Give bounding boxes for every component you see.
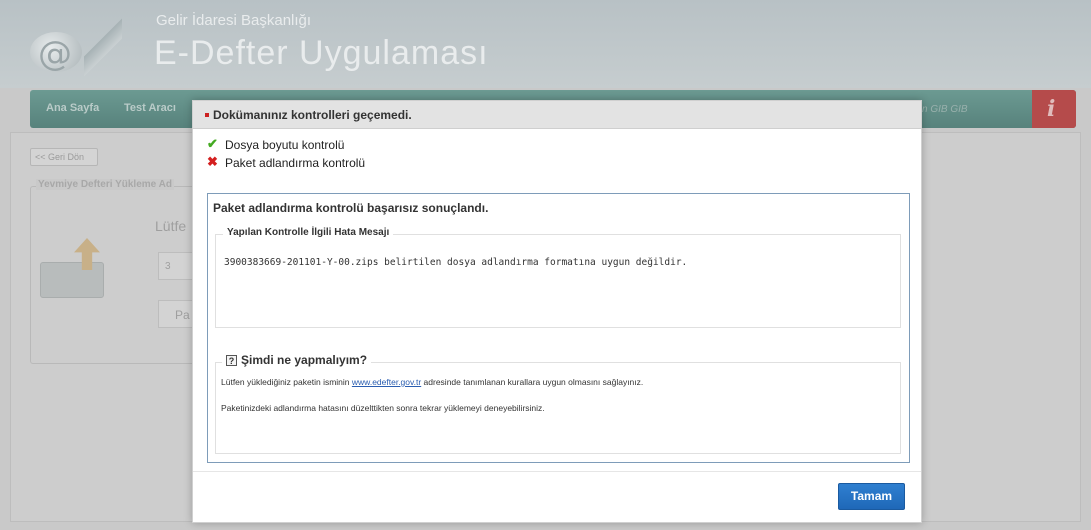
help-fieldset: ? Şimdi ne yapmalıyım? Lütfen yüklediğini… (215, 353, 901, 454)
help-line-1: Lütfen yüklediğiniz paketin isminin www.… (221, 377, 643, 387)
question-icon: ? (226, 355, 237, 366)
upload-drive-icon (40, 234, 110, 304)
dialog-header: Dokümanınız kontrolleri geçemedi. (193, 101, 921, 129)
help-line-2: Paketinizdeki adlandırma hatasını düzelt… (221, 403, 545, 413)
nav-item-home[interactable]: Ana Sayfa (46, 102, 99, 114)
help-legend: ? Şimdi ne yapmalıyım? (222, 353, 372, 367)
help-line-1-after: adresinde tanımlanan kurallara uygun olm… (421, 377, 644, 387)
org-name: Gelir İdaresi Başkanlığı (156, 12, 312, 29)
error-legend: Yapılan Kontrolle İlgili Hata Mesajı (223, 227, 394, 238)
error-bullet-icon (205, 113, 209, 117)
edefter-link[interactable]: www.edefter.gov.tr (352, 377, 421, 387)
nav-user: n GIB GIB (922, 104, 968, 115)
app-logo: @ (26, 10, 126, 82)
file-field-value: 3 (165, 261, 171, 272)
help-line-1-before: Lütfen yüklediğiniz paketin isminin (221, 377, 352, 387)
result-panel: Paket adlandırma kontrolü başarısız sonu… (207, 193, 910, 463)
check-label: Paket adlandırma kontrolü (225, 156, 366, 170)
upload-legend: Yevmiye Defteri Yükleme Ad (36, 179, 174, 190)
exit-icon: i (1047, 96, 1056, 122)
drive-box (40, 262, 104, 298)
error-message: 3900383669-201101-Y-00.zips belirtilen d… (224, 257, 688, 268)
nav-item-test-tool[interactable]: Test Aracı (124, 102, 176, 114)
cross-icon: ✖ (207, 154, 218, 169)
result-title: Paket adlandırma kontrolü başarısız sonu… (213, 201, 489, 215)
validation-dialog: Dokümanınız kontrolleri geçemedi. ✔ Dosy… (192, 100, 922, 523)
check-icon: ✔ (207, 136, 218, 151)
app-header: @ Gelir İdaresi Başkanlığı E-Defter Uygu… (0, 0, 1091, 88)
at-sign-icon: @ (38, 34, 72, 74)
app-name: E-Defter Uygulaması (154, 34, 489, 72)
error-fieldset: Yapılan Kontrolle İlgili Hata Mesajı 390… (215, 227, 901, 328)
footer-divider (193, 471, 921, 472)
help-legend-text: Şimdi ne yapmalıyım? (241, 353, 368, 367)
ok-button[interactable]: Tamam (838, 483, 905, 510)
upload-instruction: Lütfe (155, 218, 187, 234)
check-label: Dosya boyutu kontrolü (225, 138, 345, 152)
back-button[interactable]: << Geri Dön (30, 148, 98, 166)
quill-icon (84, 16, 122, 78)
dialog-title: Dokümanınız kontrolleri geçemedi. (213, 108, 412, 122)
exit-button[interactable]: i (1032, 90, 1076, 128)
